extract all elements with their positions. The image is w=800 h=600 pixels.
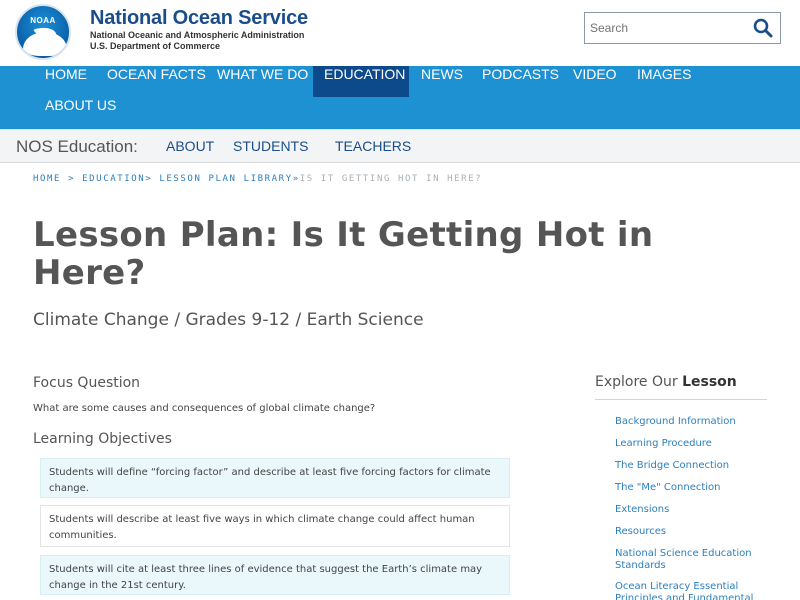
breadcrumb-lesson-plan-library[interactable]: LESSON PLAN LIBRARY bbox=[159, 174, 292, 184]
breadcrumb-separator: » bbox=[292, 174, 300, 184]
education-subnav: NOS Education: ABOUT STUDENTS TEACHERS bbox=[0, 129, 800, 163]
subnav-about[interactable]: ABOUT bbox=[166, 138, 214, 154]
sidebar-link-ocean-literacy[interactable]: Ocean Literacy Essential Principles and … bbox=[615, 581, 775, 600]
breadcrumb-separator: > bbox=[145, 174, 160, 184]
search-icon[interactable] bbox=[752, 17, 774, 39]
nav-about-us[interactable]: ABOUT US bbox=[34, 97, 127, 128]
explore-heading-bold: Lesson bbox=[682, 374, 737, 390]
breadcrumb-current: IS IT GETTING HOT IN HERE? bbox=[299, 174, 483, 184]
org-subtitle-doc: U.S. Department of Commerce bbox=[90, 41, 221, 51]
nav-podcasts[interactable]: PODCASTS bbox=[471, 66, 570, 97]
sidebar-link-learning-procedure[interactable]: Learning Procedure bbox=[615, 438, 775, 450]
breadcrumb-home[interactable]: HOME bbox=[33, 174, 61, 184]
breadcrumb-education[interactable]: EDUCATION bbox=[82, 174, 145, 184]
sidebar-link-resources[interactable]: Resources bbox=[615, 526, 775, 538]
objective-item: Students will cite at least three lines … bbox=[40, 555, 510, 595]
main-navigation: HOME OCEAN FACTS WHAT WE DO EDUCATION NE… bbox=[0, 66, 800, 129]
noaa-logo-text: NOAA bbox=[30, 16, 56, 25]
breadcrumb: HOME > EDUCATION> LESSON PLAN LIBRARY»IS… bbox=[33, 174, 482, 184]
nav-what-we-do[interactable]: WHAT WE DO bbox=[206, 66, 319, 97]
sidebar-link-background-information[interactable]: Background Information bbox=[615, 416, 775, 428]
nav-news[interactable]: NEWS bbox=[410, 66, 474, 97]
sidebar-link-science-standards[interactable]: National Science Education Standards bbox=[615, 548, 775, 572]
subnav-teachers[interactable]: TEACHERS bbox=[335, 138, 411, 154]
nav-ocean-facts[interactable]: OCEAN FACTS bbox=[96, 66, 217, 97]
noaa-logo[interactable]: NOAA bbox=[15, 4, 71, 60]
page-subtitle: Climate Change / Grades 9-12 / Earth Sci… bbox=[33, 310, 424, 330]
breadcrumb-separator: > bbox=[61, 174, 83, 184]
nav-images[interactable]: IMAGES bbox=[626, 66, 702, 97]
explore-divider bbox=[595, 399, 767, 400]
search-input[interactable] bbox=[585, 13, 745, 43]
org-subtitle-noaa: National Oceanic and Atmospheric Adminis… bbox=[90, 30, 305, 40]
objective-item: Students will define “forcing factor” an… bbox=[40, 458, 510, 498]
site-header: NOAA National Ocean Service National Oce… bbox=[0, 0, 800, 66]
sidebar-link-me-connection[interactable]: The "Me" Connection bbox=[615, 482, 775, 494]
subnav-label: NOS Education: bbox=[16, 137, 138, 156]
sidebar-link-bridge-connection[interactable]: The Bridge Connection bbox=[615, 460, 775, 472]
page-title: Lesson Plan: Is It Getting Hot in Here? bbox=[33, 215, 654, 293]
subnav-students[interactable]: STUDENTS bbox=[233, 138, 308, 154]
org-title[interactable]: National Ocean Service bbox=[90, 7, 308, 30]
wave-shape bbox=[23, 32, 67, 56]
focus-question-heading: Focus Question bbox=[33, 375, 141, 391]
explore-lesson-heading: Explore Our Lesson bbox=[595, 374, 737, 390]
learning-objectives-heading: Learning Objectives bbox=[33, 431, 172, 447]
explore-heading-prefix: Explore Our bbox=[595, 374, 678, 390]
nav-education[interactable]: EDUCATION bbox=[313, 66, 409, 97]
search-box bbox=[584, 12, 781, 44]
nav-home[interactable]: HOME bbox=[34, 66, 98, 97]
objective-item: Students will describe at least five way… bbox=[40, 505, 510, 547]
focus-question-text: What are some causes and consequences of… bbox=[33, 403, 376, 414]
nav-video[interactable]: VIDEO bbox=[562, 66, 628, 97]
sidebar-link-extensions[interactable]: Extensions bbox=[615, 504, 775, 516]
